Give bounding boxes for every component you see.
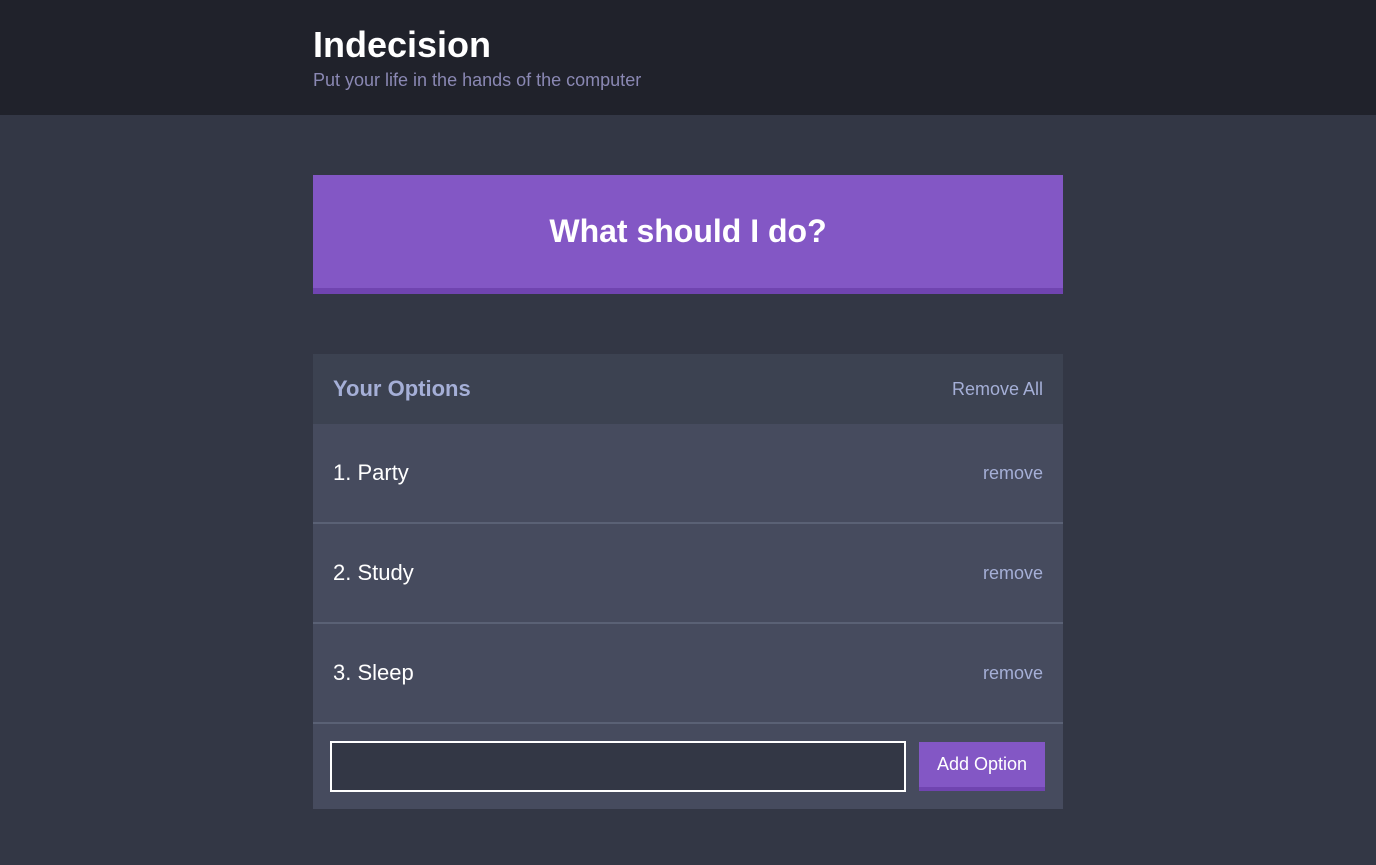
option-item: 3. Sleep remove: [313, 624, 1063, 724]
remove-option-button[interactable]: remove: [983, 463, 1043, 484]
option-item: 2. Study remove: [313, 524, 1063, 624]
option-item: 1. Party remove: [313, 424, 1063, 524]
app-subtitle: Put your life in the hands of the comput…: [313, 70, 1063, 91]
app-title: Indecision: [313, 24, 1063, 66]
options-header: Your Options Remove All: [313, 354, 1063, 424]
decide-button[interactable]: What should I do?: [313, 175, 1063, 294]
add-option-button[interactable]: Add Option: [919, 742, 1045, 791]
remove-option-button[interactable]: remove: [983, 563, 1043, 584]
option-text: 3. Sleep: [333, 660, 414, 686]
options-title: Your Options: [333, 376, 471, 402]
options-widget: Your Options Remove All 1. Party remove …: [313, 354, 1063, 809]
remove-all-button[interactable]: Remove All: [952, 379, 1043, 400]
add-option-form: Add Option: [313, 724, 1063, 809]
app-header: Indecision Put your life in the hands of…: [0, 0, 1376, 115]
remove-option-button[interactable]: remove: [983, 663, 1043, 684]
add-option-input[interactable]: [331, 742, 905, 791]
option-text: 1. Party: [333, 460, 409, 486]
option-text: 2. Study: [333, 560, 414, 586]
